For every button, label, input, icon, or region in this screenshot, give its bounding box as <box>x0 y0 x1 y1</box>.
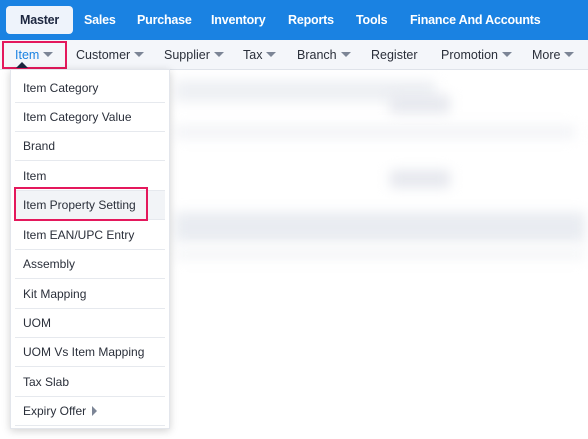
menu-item-brand[interactable]: Brand <box>15 132 165 161</box>
item-dropdown-menu: Item Category Item Category Value Brand … <box>10 69 170 429</box>
menu-item-item-category-value[interactable]: Item Category Value <box>15 103 165 132</box>
subnav-tax[interactable]: Tax <box>243 40 277 70</box>
menu-item-uom[interactable]: UOM <box>15 309 165 338</box>
menu-item-assembly[interactable]: Assembly <box>15 250 165 279</box>
highlight-box-item-property-setting <box>14 187 148 221</box>
blurred-content-block <box>390 95 450 113</box>
subnav-branch[interactable]: Branch <box>297 40 351 70</box>
blurred-content-block <box>175 125 575 139</box>
chevron-down-icon <box>213 52 224 58</box>
chevron-down-icon <box>340 52 351 58</box>
tab-purchase[interactable]: Purchase <box>137 0 192 40</box>
chevron-down-icon <box>501 52 512 58</box>
subnav-more-label: More <box>532 48 561 62</box>
tab-finance-and-accounts[interactable]: Finance And Accounts <box>410 0 541 40</box>
tab-reports[interactable]: Reports <box>288 0 334 40</box>
chevron-down-icon <box>564 52 575 58</box>
subnav-promotion[interactable]: Promotion <box>441 40 512 70</box>
menu-item-expiry-offer-label: Expiry Offer <box>23 404 87 418</box>
blurred-content-block <box>175 212 585 242</box>
subnav-tax-label: Tax <box>243 48 263 62</box>
tab-sales[interactable]: Sales <box>84 0 116 40</box>
menu-item-item-category[interactable]: Item Category <box>15 74 165 103</box>
subnav-customer[interactable]: Customer <box>76 40 145 70</box>
top-nav: Master Sales Purchase Inventory Reports … <box>0 0 588 40</box>
menu-item-tax-slab[interactable]: Tax Slab <box>15 368 165 397</box>
subnav-supplier-label: Supplier <box>164 48 210 62</box>
dropdown-pointer-icon <box>16 62 28 68</box>
tab-tools[interactable]: Tools <box>356 0 388 40</box>
menu-item-expiry-offer[interactable]: Expiry Offer <box>15 397 165 426</box>
chevron-right-icon <box>92 405 98 416</box>
subnav-more[interactable]: More <box>532 40 575 70</box>
subnav-customer-label: Customer <box>76 48 131 62</box>
menu-item-kit-mapping[interactable]: Kit Mapping <box>15 280 165 309</box>
blurred-content-block <box>390 170 450 188</box>
subnav-supplier[interactable]: Supplier <box>164 40 224 70</box>
tab-inventory[interactable]: Inventory <box>211 0 266 40</box>
subnav-branch-label: Branch <box>297 48 337 62</box>
highlight-box-item <box>2 41 67 69</box>
menu-item-item-ean-upc-entry[interactable]: Item EAN/UPC Entry <box>15 221 165 250</box>
subnav-promotion-label: Promotion <box>441 48 498 62</box>
chevron-down-icon <box>266 52 277 58</box>
blurred-content-block <box>175 248 585 260</box>
chevron-down-icon <box>134 52 145 58</box>
menu-item-uom-vs-item-mapping[interactable]: UOM Vs Item Mapping <box>15 338 165 367</box>
subnav-register[interactable]: Register <box>371 40 418 70</box>
sub-nav: Item Customer Supplier Tax Branch Regist… <box>0 40 588 70</box>
subnav-register-label: Register <box>371 48 418 62</box>
tab-master[interactable]: Master <box>6 6 74 34</box>
